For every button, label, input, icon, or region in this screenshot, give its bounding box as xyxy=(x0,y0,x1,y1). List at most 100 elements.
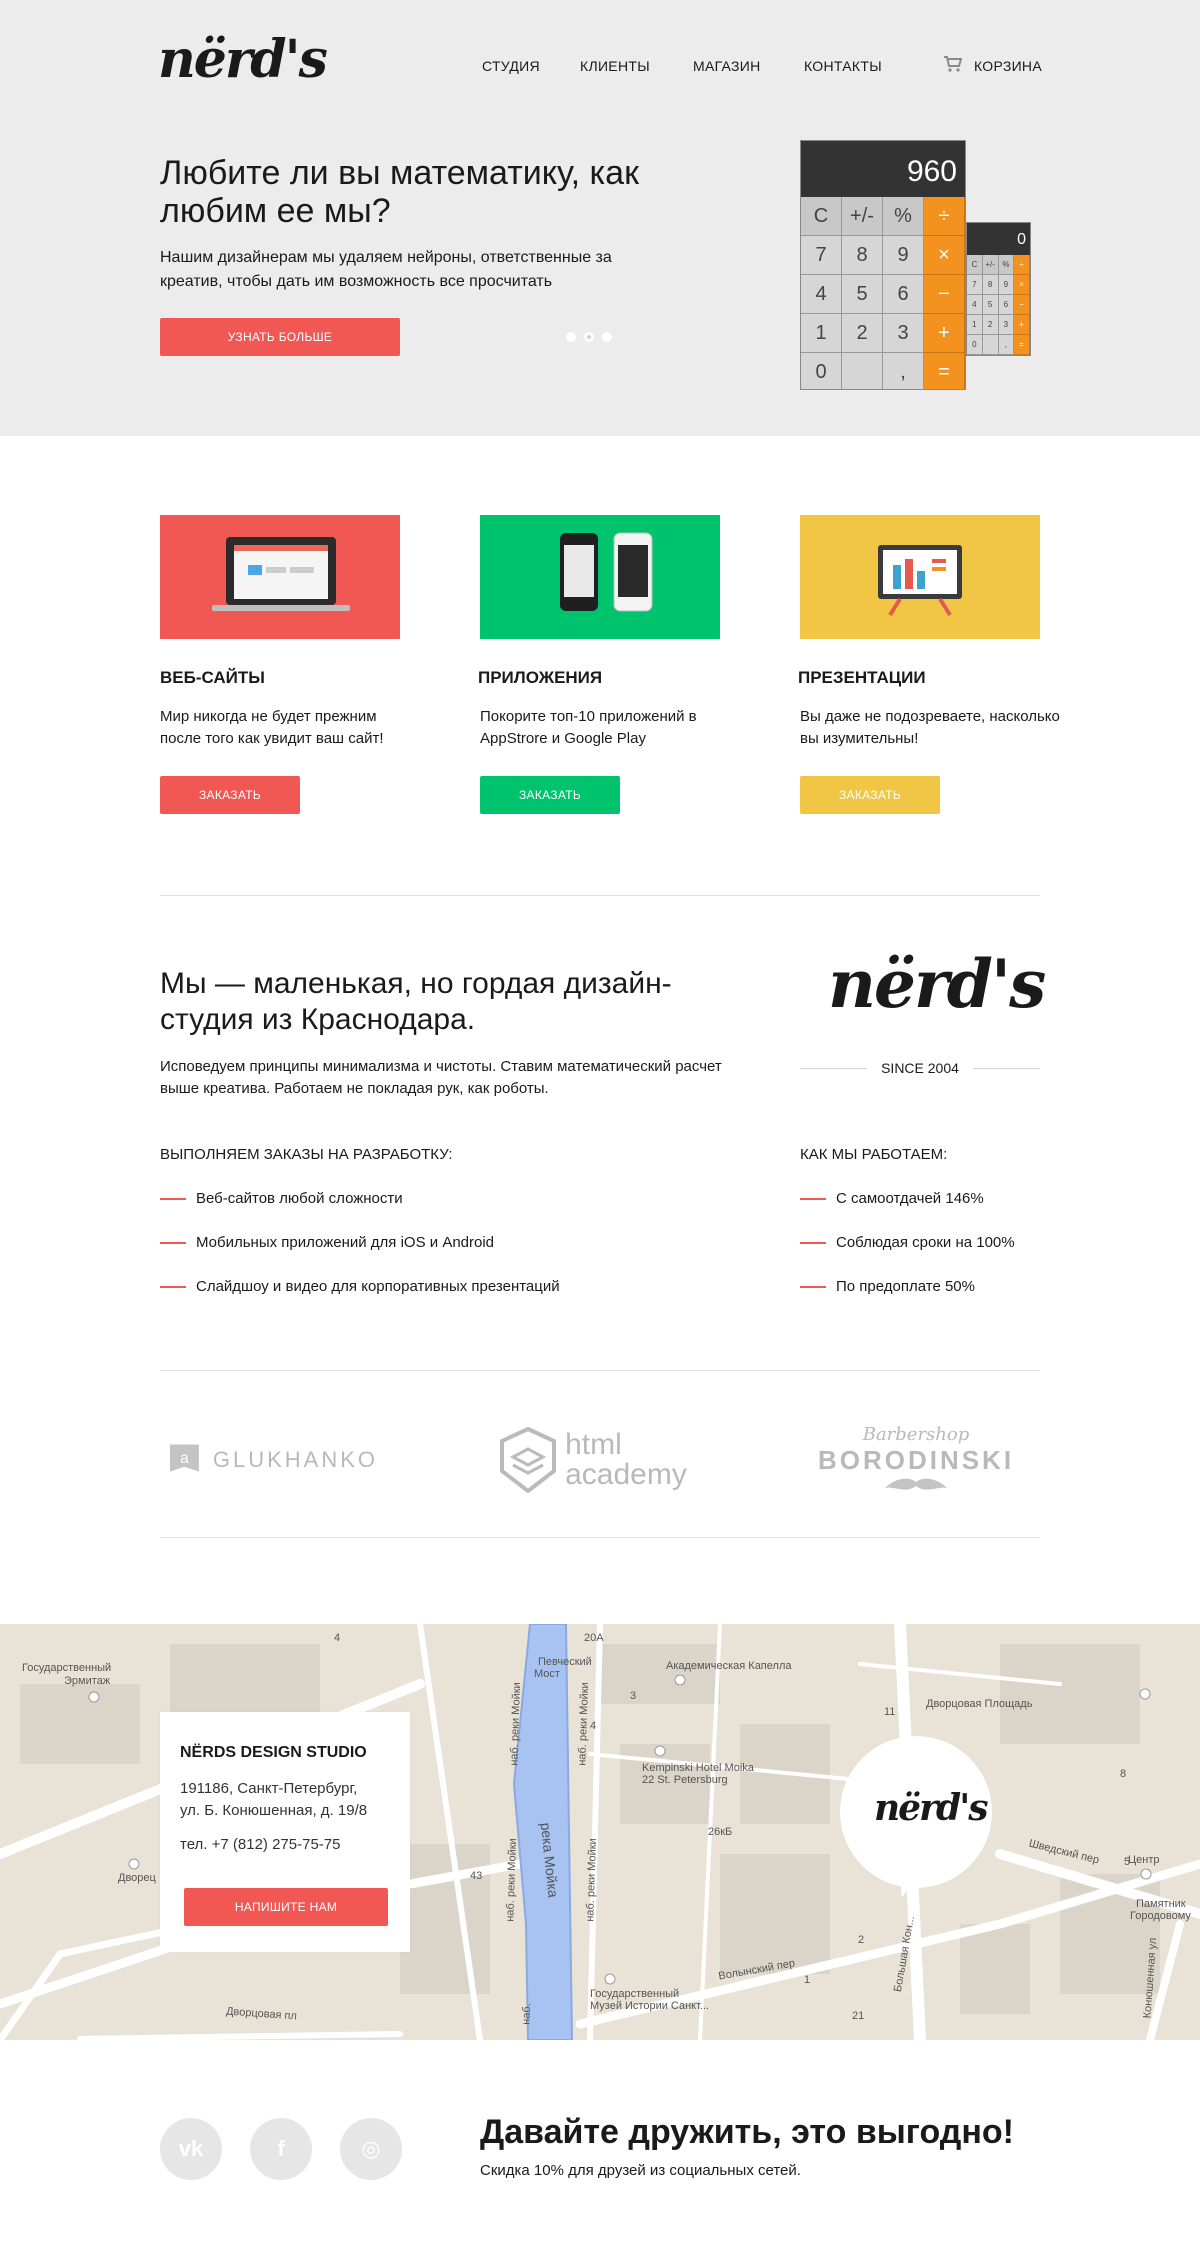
slider-dot-active[interactable] xyxy=(584,332,594,342)
facebook-icon[interactable]: f xyxy=(250,2118,312,2180)
calc-small-key: % xyxy=(998,255,1015,275)
calc-small-key: 5 xyxy=(982,295,999,315)
map-label: 1 xyxy=(804,1974,811,1986)
calc-small-key: − xyxy=(1014,295,1030,315)
footer-title: Давайте дружить, это выгодно! xyxy=(480,2113,1015,2151)
instagram-icon[interactable]: ◎ xyxy=(340,2118,402,2180)
map-label: 11 xyxy=(884,1706,896,1718)
map-label: Центр xyxy=(1128,1854,1160,1866)
calc-key: 3 xyxy=(883,314,924,353)
calc-key: 5 xyxy=(842,275,883,314)
client-html-academy-logo[interactable]: html academy xyxy=(488,1422,698,1498)
about-title: Мы — маленькая, но гордая дизайн-студия … xyxy=(160,967,672,1036)
cart-icon[interactable] xyxy=(944,56,962,72)
hero-text: Нашим дизайнерам мы удаляем нейроны, отв… xyxy=(160,249,612,290)
map-label: 2 xyxy=(858,1934,865,1946)
calc-key: C xyxy=(801,197,842,236)
how-list-item: Соблюдая сроки на 100% xyxy=(800,1234,1015,1251)
calc-key: % xyxy=(883,197,924,236)
svg-text:a: a xyxy=(180,1450,189,1467)
calc-key: 6 xyxy=(883,275,924,314)
calc-key: , xyxy=(883,353,924,389)
calc-small-key: 8 xyxy=(982,275,999,295)
service-title-presentations: ПРЕЗЕНТАЦИИ xyxy=(798,668,926,687)
calc-key: 1 xyxy=(801,314,842,353)
about-text: Исповедуем принципы минимализма и чистот… xyxy=(160,1058,722,1097)
borodinski-text: BORODINSKI xyxy=(817,1445,1015,1475)
calc-small-key: 9 xyxy=(998,275,1015,295)
html-academy-text-2: academy xyxy=(565,1458,687,1491)
vk-icon[interactable]: vk xyxy=(160,2118,222,2180)
calc-small-key: 3 xyxy=(998,315,1015,335)
map-label: 43 xyxy=(470,1870,483,1882)
write-us-button[interactable]: НАПИШИТЕ НАМ xyxy=(184,1888,388,1926)
client-borodinski-logo[interactable]: Barbershop BORODINSKI xyxy=(808,1412,1024,1508)
how-list-item: С самоотдачей 146% xyxy=(800,1190,984,1207)
calc-key: 8 xyxy=(842,236,883,275)
map-label: 3 xyxy=(630,1690,637,1702)
learn-more-button[interactable]: УЗНАТЬ БОЛЬШЕ xyxy=(160,318,400,356)
map-label: 4 xyxy=(334,1632,341,1644)
service-text-presentations: Вы даже не подозреваете, насколько вы из… xyxy=(800,708,1060,747)
calc-small-key: 7 xyxy=(967,275,983,295)
logo[interactable]: nërd's xyxy=(158,30,328,90)
nav-studio[interactable]: СТУДИЯ xyxy=(482,58,540,74)
map-label: Городовому xyxy=(1130,1910,1191,1922)
map-label: Певческий xyxy=(538,1656,592,1668)
order-presentations-button[interactable]: ЗАКАЗАТЬ xyxy=(800,776,940,814)
calc-small-key: 4 xyxy=(967,295,983,315)
studio-address: 191186, Санкт-Петербург, ул. Б. Конюшенн… xyxy=(180,1780,368,1819)
client-glukhanko-logo[interactable]: a GLUKHANKO xyxy=(168,1432,378,1488)
glukhanko-icon: a xyxy=(169,1444,199,1472)
dev-list-item: Мобильных приложений для iOS и Android xyxy=(160,1234,494,1251)
order-websites-button[interactable]: ЗАКАЗАТЬ xyxy=(160,776,300,814)
nav-cart[interactable]: КОРЗИНА xyxy=(974,58,1042,74)
map-label: 8 xyxy=(1120,1768,1127,1780)
divider xyxy=(160,895,1040,896)
calc-small-key: = xyxy=(1014,335,1030,355)
calculator-small-image: 0 C +/-% ÷ 7 8 9 × 4 5 6− 1 2 3 +0, = xyxy=(966,222,1031,356)
glukhanko-text: GLUKHANKO xyxy=(212,1447,378,1472)
calc-small-key: × xyxy=(1014,275,1030,295)
slider-dot[interactable] xyxy=(566,332,576,342)
calc-small-display: 0 xyxy=(967,223,1030,255)
map-label: Kempinski Hotel Moika xyxy=(642,1762,754,1774)
calc-small-key: + xyxy=(1014,315,1030,335)
divider xyxy=(160,1370,1040,1371)
calc-small-keypad: C +/-% ÷ 7 8 9 × 4 5 6− 1 2 3 +0, = xyxy=(967,255,1030,355)
html-academy-icon xyxy=(500,1427,557,1493)
dev-list-item: Слайдшоу и видео для корпоративных презе… xyxy=(160,1278,560,1295)
calc-display: 960 xyxy=(801,141,965,197)
hero-section: nërd's СТУДИЯ КЛИЕНТЫ МАГАЗИН КОНТАКТЫ К… xyxy=(0,0,1200,436)
map-label: Дворец xyxy=(118,1872,156,1884)
order-apps-button[interactable]: ЗАКАЗАТЬ xyxy=(480,776,620,814)
barbershop-text: Barbershop xyxy=(862,1424,970,1445)
map-label: Памятник xyxy=(1136,1898,1186,1910)
studio-name: NЁRDS DESIGN STUDIO xyxy=(180,1744,367,1761)
presentations-illustration xyxy=(800,515,1040,639)
map-label: Дворцовая Площадь xyxy=(926,1698,1033,1710)
map-label: 5 xyxy=(1124,1856,1131,1868)
nav-shop[interactable]: МАГАЗИН xyxy=(693,58,761,74)
slider-dot[interactable] xyxy=(602,332,612,342)
map-label: Эрмитаж xyxy=(64,1675,111,1687)
nav-clients[interactable]: КЛИЕНТЫ xyxy=(580,58,650,74)
calc-small-key: 6 xyxy=(998,295,1015,315)
how-list-item: По предоплате 50% xyxy=(800,1278,975,1295)
since-label: SINCE 2004 xyxy=(800,1058,1041,1078)
how-list-title: КАК МЫ РАБОТАЕМ: xyxy=(800,1146,948,1163)
map-marker-logo: nërd's xyxy=(874,1787,989,1829)
calc-key xyxy=(842,353,883,389)
nav-contacts[interactable]: КОНТАКТЫ xyxy=(804,58,882,74)
calc-key: ÷ xyxy=(924,197,965,236)
calc-small-key xyxy=(982,335,999,355)
calc-small-key: , xyxy=(998,335,1015,355)
service-text-apps: Покорите топ-10 приложений в AppStrore и… xyxy=(480,708,697,747)
map-label: 20А xyxy=(584,1632,604,1644)
map-label: Мост xyxy=(534,1668,560,1680)
map-label: 21 xyxy=(852,2010,865,2022)
service-text-websites: Мир никогда не будет прежним после того … xyxy=(160,708,384,747)
calc-key: 2 xyxy=(842,314,883,353)
calc-key: 7 xyxy=(801,236,842,275)
service-title-websites: ВЕБ-САЙТЫ xyxy=(160,668,265,687)
